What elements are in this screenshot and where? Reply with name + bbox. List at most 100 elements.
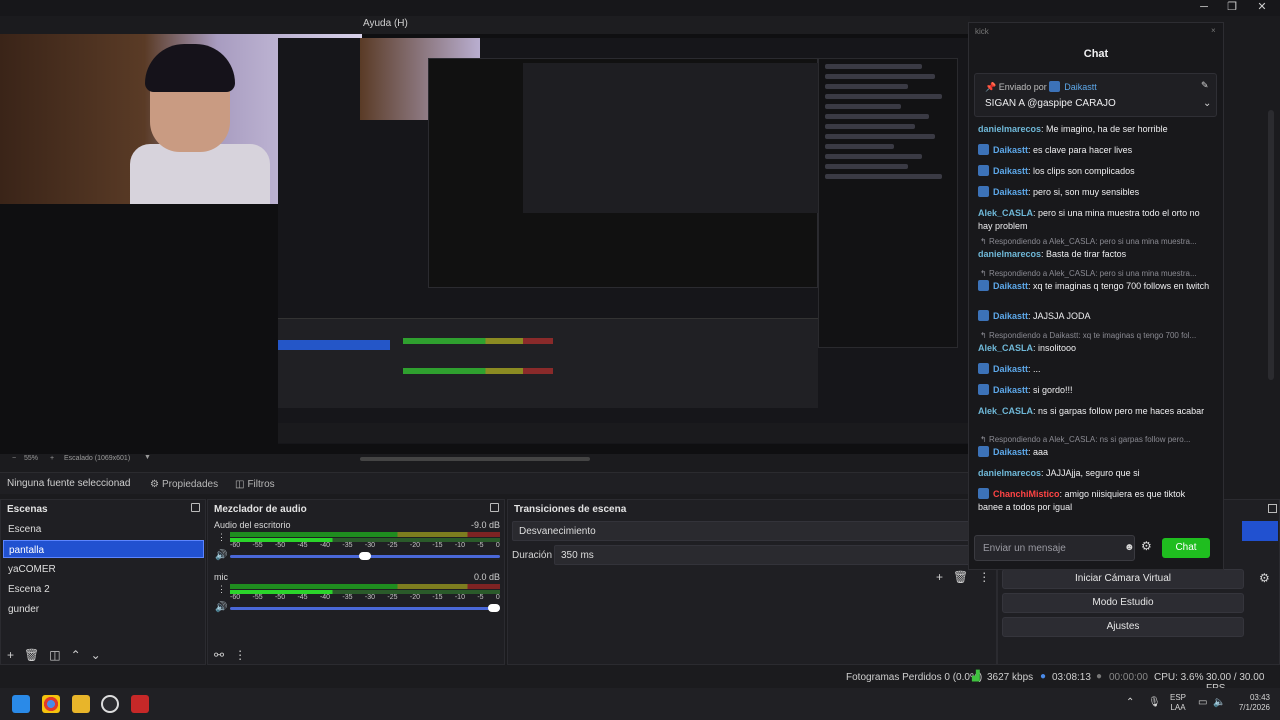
scene-item[interactable]: pantalla xyxy=(3,540,204,558)
popout-icon[interactable] xyxy=(191,503,200,512)
chat-username[interactable]: danielmarecos xyxy=(978,468,1041,478)
chat-message[interactable]: Daikastt: los clips son complicados xyxy=(978,165,1210,178)
recursive-preview xyxy=(278,38,968,444)
chat-username[interactable]: danielmarecos xyxy=(978,249,1041,259)
scene-item[interactable]: yaCOMER xyxy=(3,560,204,578)
chat-username[interactable]: ChanchiMistico xyxy=(993,489,1060,499)
close-icon[interactable]: × xyxy=(1211,26,1216,35)
chevron-down-icon[interactable]: ⌄ xyxy=(1203,98,1211,109)
chat-message[interactable]: danielmarecos: Basta de tirar factos xyxy=(978,248,1210,261)
windows-start-icon[interactable] xyxy=(12,695,30,713)
add-icon[interactable]: + xyxy=(936,570,943,584)
link-icon[interactable]: ⚯ xyxy=(214,648,224,662)
settings-button[interactable]: Ajustes xyxy=(1002,617,1244,637)
chat-username[interactable]: danielmarecos xyxy=(978,124,1041,134)
chat-message[interactable]: Daikastt: si gordo!!! xyxy=(978,384,1210,397)
add-icon[interactable]: + xyxy=(7,648,14,662)
more-icon[interactable]: ⋮ xyxy=(978,570,990,584)
filters-button[interactable]: ◫ Filtros xyxy=(235,476,275,492)
more-icon[interactable]: ⋮ xyxy=(217,532,226,543)
chat-input[interactable]: Enviar un mensaje xyxy=(974,535,1135,561)
chat-message[interactable]: Daikastt: aaa xyxy=(978,446,1210,459)
tray-chevron-icon[interactable]: ⌃ xyxy=(1126,697,1134,708)
scene-item[interactable]: gunder xyxy=(3,600,204,618)
scene-item[interactable]: Escena 2 xyxy=(3,580,204,598)
preview-canvas[interactable] xyxy=(0,34,968,454)
tick-label: -55 xyxy=(252,542,263,549)
chat-username[interactable]: Daikastt xyxy=(993,447,1028,457)
chat-text: los clips son complicados xyxy=(1033,166,1135,176)
pinned-text: SIGAN A @gaspipe CARAJO xyxy=(985,98,1116,109)
trash-icon[interactable]: 🗑 xyxy=(953,570,968,584)
zoom-out-icon[interactable]: − xyxy=(12,455,16,462)
more-icon[interactable]: ⋮ xyxy=(217,584,226,595)
move-up-icon[interactable]: ⌃ xyxy=(71,648,81,662)
chat-username[interactable]: Daikastt xyxy=(993,385,1028,395)
chat-message[interactable]: Daikastt: xq te imaginas q tengo 700 fol… xyxy=(978,280,1210,293)
chrome-icon[interactable] xyxy=(42,695,60,713)
chat-message[interactable]: ChanchiMistico: amigo niisiquiera es que… xyxy=(978,488,1210,514)
gear-icon[interactable]: ⚙ xyxy=(1259,571,1270,585)
pin-icon: 📌 xyxy=(985,82,999,92)
duration-input[interactable]: 350 ms xyxy=(554,545,996,565)
popout-icon[interactable] xyxy=(490,503,499,512)
filter-icon[interactable]: ◫ xyxy=(49,648,60,662)
studio-mode-button[interactable]: Modo Estudio xyxy=(1002,593,1244,613)
transition-select[interactable]: Desvanecimiento xyxy=(512,521,996,541)
stream-button-edge[interactable] xyxy=(1242,521,1278,541)
folder-icon[interactable] xyxy=(72,695,90,713)
unpin-icon[interactable]: ✎ xyxy=(1201,80,1209,91)
volume-knob[interactable] xyxy=(359,552,371,560)
chat-message[interactable]: Daikastt: JAJSJA JODA xyxy=(978,310,1210,323)
clock[interactable]: 03:43 7/1/2026 xyxy=(1236,693,1270,713)
record-time: 00:00:00 xyxy=(1109,672,1148,683)
right-scrollbar[interactable] xyxy=(1268,110,1274,380)
chat-send-button[interactable]: Chat xyxy=(1162,538,1210,558)
obs-icon[interactable] xyxy=(101,695,119,713)
network-icon[interactable]: ▭ xyxy=(1198,697,1207,708)
maximize-icon[interactable]: ❐ xyxy=(1218,0,1246,16)
language-indicator[interactable]: ESP LAA xyxy=(1170,693,1186,713)
popout-icon[interactable] xyxy=(1268,504,1277,513)
gear-icon: ⚙ xyxy=(150,478,159,490)
chat-message[interactable]: Alek_CASLA: insolitooo xyxy=(978,342,1210,355)
minimize-icon[interactable]: ─ xyxy=(1190,0,1218,16)
chat-message[interactable]: danielmarecos: JAJJAjja, seguro que si xyxy=(978,467,1210,480)
virtual-camera-button[interactable]: Iniciar Cámara Virtual xyxy=(1002,569,1244,589)
chat-message[interactable]: Daikastt: ... xyxy=(978,363,1210,376)
chat-username[interactable]: Daikastt xyxy=(993,166,1028,176)
menu-help[interactable]: Ayuda (H) xyxy=(363,18,408,29)
chat-username[interactable]: Daikastt xyxy=(993,311,1028,321)
preview-scrollbar[interactable] xyxy=(360,457,590,461)
properties-button[interactable]: ⚙ Propiedades xyxy=(150,476,218,492)
chat-username[interactable]: Daikastt xyxy=(993,187,1028,197)
chat-message[interactable]: Daikastt: es clave para hacer lives xyxy=(978,144,1210,157)
chat-message[interactable]: Daikastt: pero si, son muy sensibles xyxy=(978,186,1210,199)
move-down-icon[interactable]: ⌄ xyxy=(91,648,101,662)
more-icon[interactable]: ⋮ xyxy=(234,648,246,662)
volume-slider[interactable] xyxy=(230,607,500,610)
trash-icon[interactable]: 🗑 xyxy=(24,648,39,662)
chat-message[interactable]: danielmarecos: Me imagino, ha de ser hor… xyxy=(978,123,1210,136)
microphone-icon[interactable]: 🎙 xyxy=(1148,697,1161,708)
zoom-dropdown-icon[interactable]: ▼ xyxy=(144,454,151,461)
duration-label: Duración xyxy=(512,550,553,561)
chat-username[interactable]: Alek_CASLA xyxy=(978,343,1033,353)
chat-message[interactable]: Alek_CASLA: ns si garpas follow pero me … xyxy=(978,405,1210,418)
emoji-icon[interactable]: ☻ xyxy=(1124,542,1135,553)
volume-knob[interactable] xyxy=(488,604,500,612)
scene-item[interactable]: Escena xyxy=(3,520,204,538)
chat-username[interactable]: Daikastt xyxy=(993,281,1028,291)
chat-username[interactable]: Alek_CASLA xyxy=(978,208,1033,218)
speaker-icon[interactable]: 🔊 xyxy=(215,602,227,613)
close-icon[interactable]: ✕ xyxy=(1248,0,1276,16)
volume-icon[interactable]: 🔈 xyxy=(1213,697,1225,708)
speaker-icon[interactable]: 🔊 xyxy=(215,550,227,561)
chat-message[interactable]: Alek_CASLA: pero si una mina muestra tod… xyxy=(978,207,1210,233)
zoom-in-icon[interactable]: + xyxy=(50,455,54,462)
app-icon[interactable] xyxy=(131,695,149,713)
gear-icon[interactable]: ⚙ xyxy=(1141,539,1152,553)
chat-username[interactable]: Daikastt xyxy=(993,364,1028,374)
chat-username[interactable]: Daikastt xyxy=(993,145,1028,155)
chat-username[interactable]: Alek_CASLA xyxy=(978,406,1033,416)
